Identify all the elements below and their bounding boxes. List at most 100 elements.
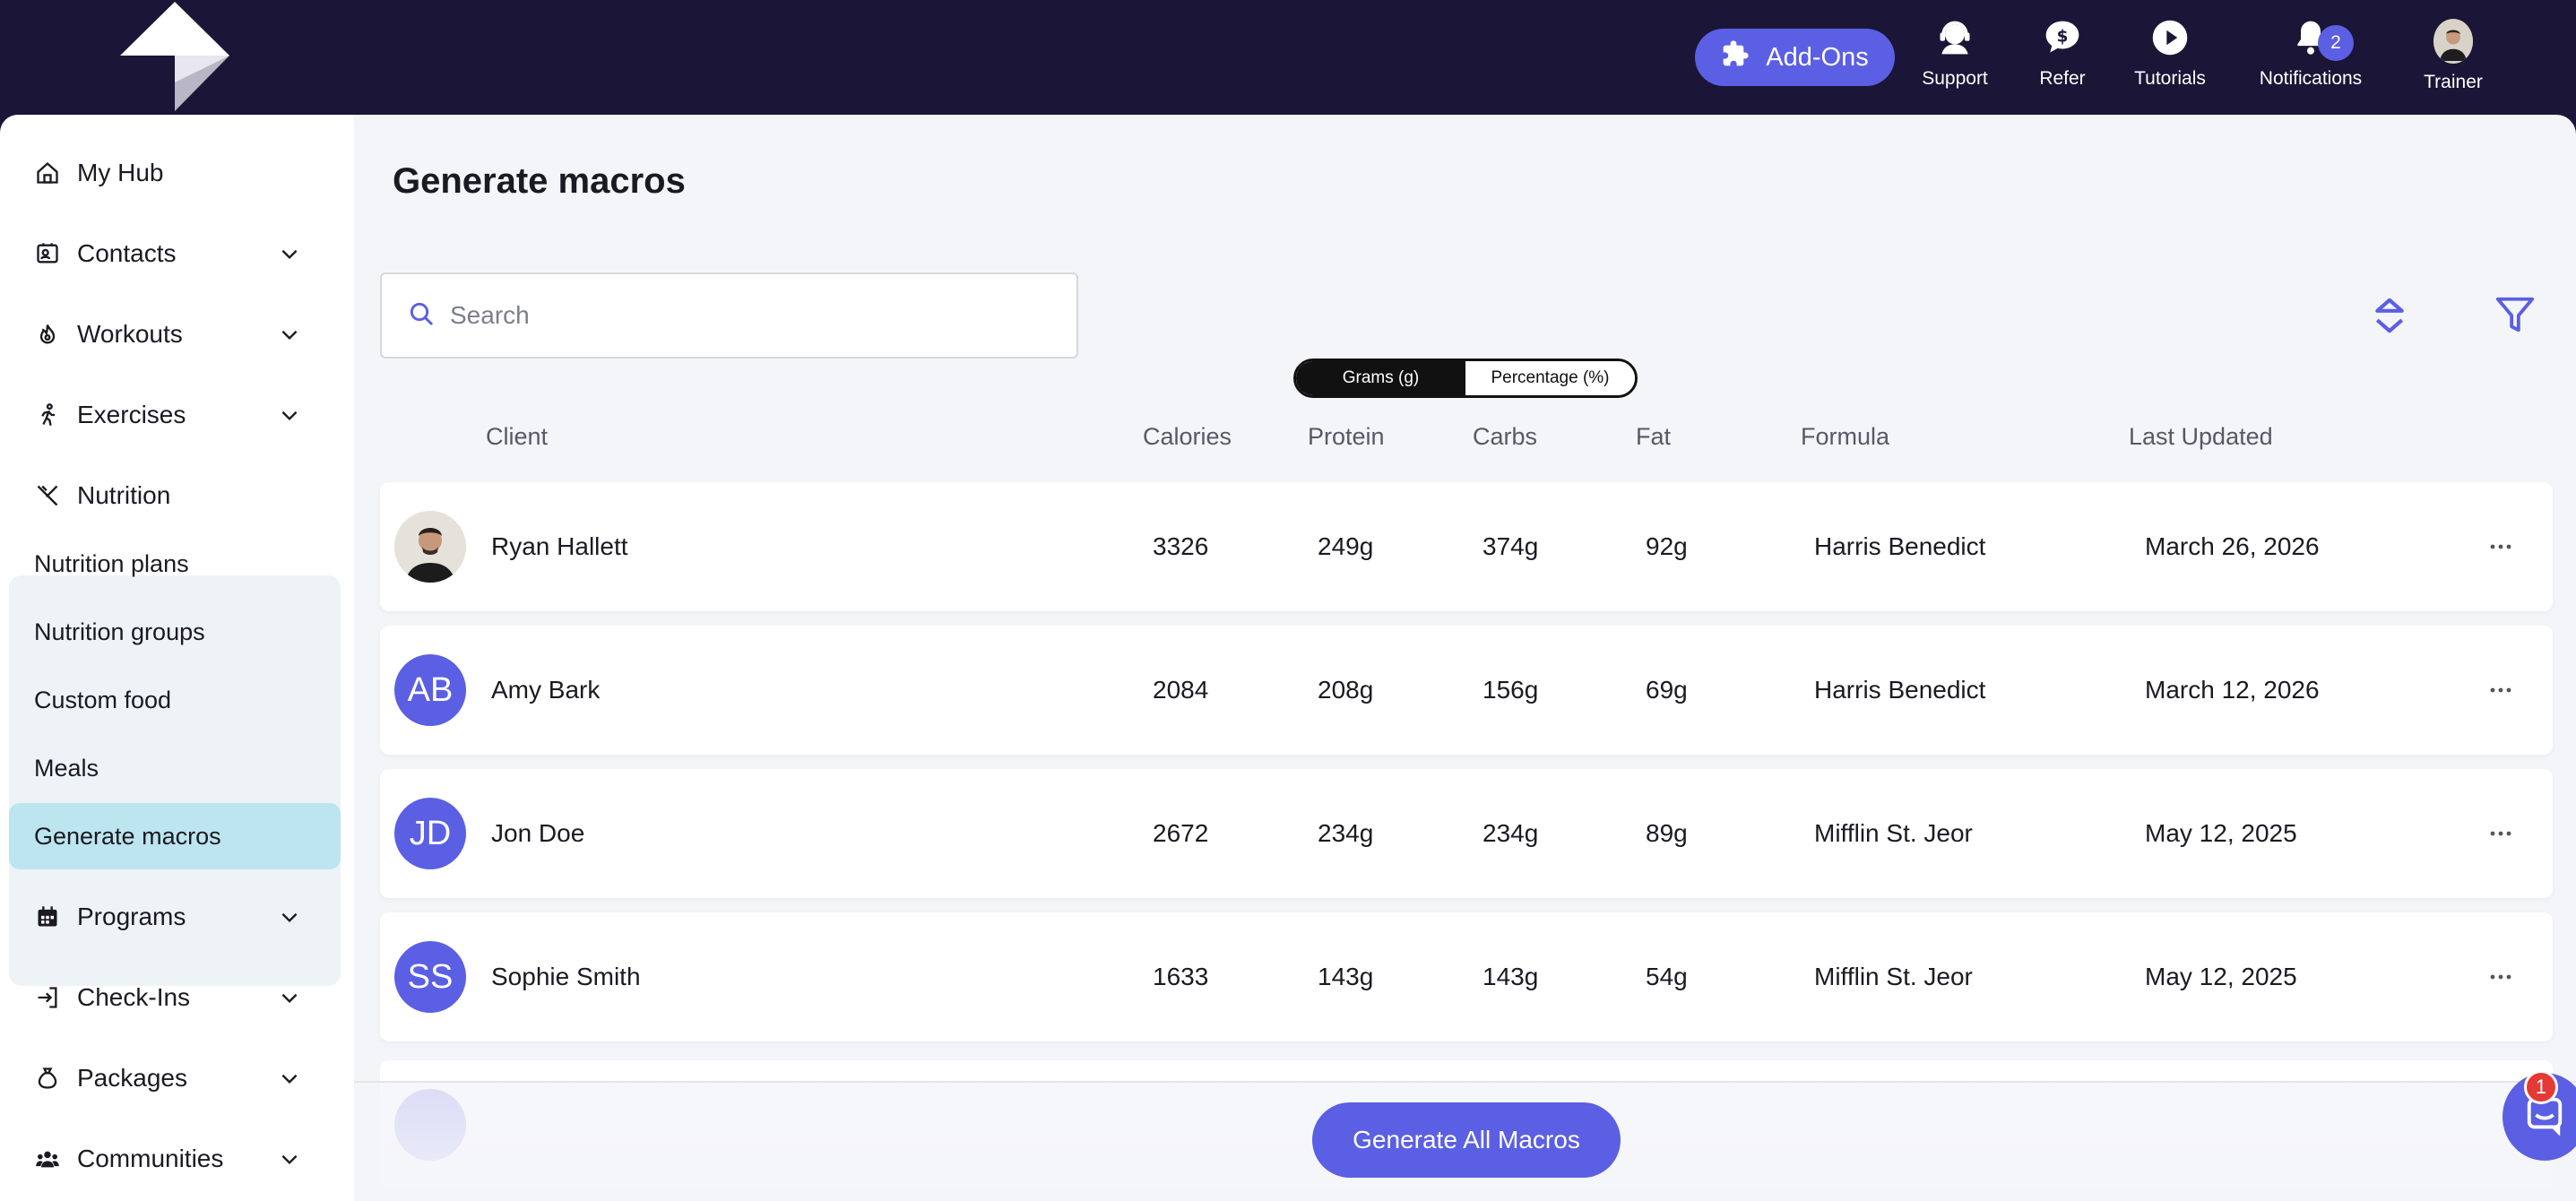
support-nav[interactable]: Support [1892, 18, 2018, 104]
notifications-nav[interactable]: Notifications 2 [2246, 18, 2375, 104]
utensils-icon [32, 480, 63, 511]
toggle-percentage[interactable]: Percentage (%) [1465, 361, 1635, 395]
sidebar-item-exercises[interactable]: Exercises [0, 380, 341, 450]
refer-nav[interactable]: $ Refer [2000, 18, 2125, 104]
sidebar-item-nutrition[interactable]: Nutrition [0, 461, 341, 531]
calories-value: 3326 [1153, 532, 1209, 560]
table-row[interactable]: JD Jon Doe 2672 234g 234g 89g Mifflin St… [380, 769, 2553, 898]
sidebar-subitem-nutrition-plans[interactable]: Nutrition plans [9, 531, 341, 597]
sidebar-item-programs[interactable]: Programs [0, 882, 341, 952]
refer-label: Refer [2039, 68, 2086, 89]
search-input[interactable] [450, 301, 1033, 330]
more-options-icon[interactable] [2483, 676, 2519, 704]
toggle-grams[interactable]: Grams (g) [1296, 361, 1465, 395]
table-row[interactable]: AB Amy Bark 2084 208g 156g 69g Harris Be… [380, 626, 2553, 755]
top-bar: Add-Ons Support $ Refer Tutorials Notifi… [0, 0, 2576, 115]
formula-value: Mifflin St. Jeor [1814, 819, 1973, 847]
sidebar-item-check-ins[interactable]: Check-Ins [0, 963, 341, 1033]
more-options-icon[interactable] [2483, 532, 2519, 561]
chevron-down-icon[interactable] [274, 1144, 305, 1174]
search-field[interactable] [380, 272, 1078, 359]
moneybag-icon [32, 1063, 63, 1093]
svg-text:$: $ [2057, 28, 2069, 47]
chevron-down-icon[interactable] [274, 238, 305, 269]
sidebar-item-communities[interactable]: Communities [0, 1124, 341, 1194]
last-updated-value: May 12, 2025 [2145, 819, 2297, 847]
carbs-value: 234g [1482, 819, 1539, 847]
support-label: Support [1922, 68, 1988, 89]
sort-icon[interactable] [2371, 294, 2408, 337]
protein-value: 143g [1318, 963, 1374, 990]
fat-value: 92g [1646, 532, 1688, 560]
sidebar-item-label: Nutrition [77, 481, 171, 509]
sidebar-item-label: My Hub [77, 159, 164, 186]
home-icon [32, 158, 63, 188]
column-header-client[interactable]: Client [486, 423, 548, 451]
sidebar-subitem-meals[interactable]: Meals [9, 735, 341, 801]
running-icon [32, 400, 63, 430]
table-row[interactable]: SS Sophie Smith 1633 143g 143g 54g Miffl… [380, 912, 2553, 1041]
sidebar-item-label: Communities [77, 1145, 224, 1172]
tutorials-nav[interactable]: Tutorials [2107, 18, 2233, 104]
trainer-profile[interactable]: Trainer [2390, 19, 2516, 108]
column-header-fat[interactable]: Fat [1636, 423, 1671, 451]
column-header-carbs[interactable]: Carbs [1473, 423, 1537, 451]
calories-value: 2084 [1153, 676, 1209, 704]
last-updated-value: March 26, 2026 [2145, 532, 2320, 560]
notifications-label: Notifications [2259, 68, 2363, 89]
fat-value: 89g [1646, 819, 1688, 847]
calories-value: 2672 [1153, 819, 1209, 847]
sidebar-subitem-generate-macros[interactable]: Generate macros [9, 803, 341, 869]
table-row[interactable]: Ryan Hallett 3326 249g 374g 92g Harris B… [380, 482, 2553, 611]
main-content: Generate macros Grams (g) Percentage (%)… [354, 115, 2576, 1201]
client-avatar [394, 511, 466, 583]
client-avatar: SS [394, 941, 466, 1013]
carbs-value: 143g [1482, 963, 1539, 990]
client-name: Amy Bark [491, 676, 601, 704]
support-icon [1935, 18, 1975, 57]
contacts-icon [32, 238, 63, 269]
sidebar-item-label: Packages [77, 1064, 187, 1092]
generate-all-macros-button[interactable]: Generate All Macros [1312, 1102, 1621, 1178]
column-header-last-updated[interactable]: Last Updated [2129, 423, 2273, 451]
sidebar-item-my-hub[interactable]: My Hub [0, 138, 341, 208]
filter-icon[interactable] [2494, 294, 2536, 335]
more-options-icon[interactable] [2483, 963, 2519, 991]
trainer-label: Trainer [2424, 72, 2483, 92]
chevron-down-icon[interactable] [274, 1063, 305, 1093]
carbs-value: 374g [1482, 532, 1539, 560]
protein-value: 249g [1318, 532, 1374, 560]
protein-value: 234g [1318, 819, 1374, 847]
sidebar-item-contacts[interactable]: Contacts [0, 219, 341, 289]
column-header-formula[interactable]: Formula [1801, 423, 1889, 451]
protein-value: 208g [1318, 676, 1374, 704]
sidebar-item-workouts[interactable]: Workouts [0, 299, 341, 369]
chevron-down-icon[interactable] [274, 400, 305, 430]
carbs-value: 156g [1482, 676, 1539, 704]
more-options-icon[interactable] [2483, 819, 2519, 848]
sidebar-subitem-custom-food[interactable]: Custom food [9, 667, 341, 733]
last-updated-value: March 12, 2026 [2145, 676, 2320, 704]
formula-value: Harris Benedict [1814, 532, 1986, 560]
sidebar-item-packages[interactable]: Packages [0, 1043, 341, 1113]
add-ons-button[interactable]: Add-Ons [1695, 29, 1895, 86]
play-icon [2150, 18, 2190, 57]
sidebar-item-label: Workouts [77, 320, 183, 348]
chevron-down-icon[interactable] [274, 902, 305, 932]
page-title: Generate macros [393, 161, 686, 201]
column-header-protein[interactable]: Protein [1308, 423, 1385, 451]
tutorials-label: Tutorials [2134, 68, 2206, 89]
last-updated-value: May 12, 2025 [2145, 963, 2297, 990]
fat-value: 69g [1646, 676, 1688, 704]
app-logo[interactable] [120, 2, 229, 111]
client-name: Jon Doe [491, 819, 585, 847]
calories-value: 1633 [1153, 963, 1209, 990]
sidebar-subitem-nutrition-groups[interactable]: Nutrition groups [9, 599, 341, 665]
column-header-calories[interactable]: Calories [1143, 423, 1232, 451]
search-icon [407, 299, 450, 333]
chat-badge: 1 [2524, 1070, 2558, 1104]
chevron-down-icon[interactable] [274, 319, 305, 350]
users-icon [32, 1144, 63, 1174]
client-name: Sophie Smith [491, 963, 641, 990]
chevron-down-icon[interactable] [274, 982, 305, 1013]
